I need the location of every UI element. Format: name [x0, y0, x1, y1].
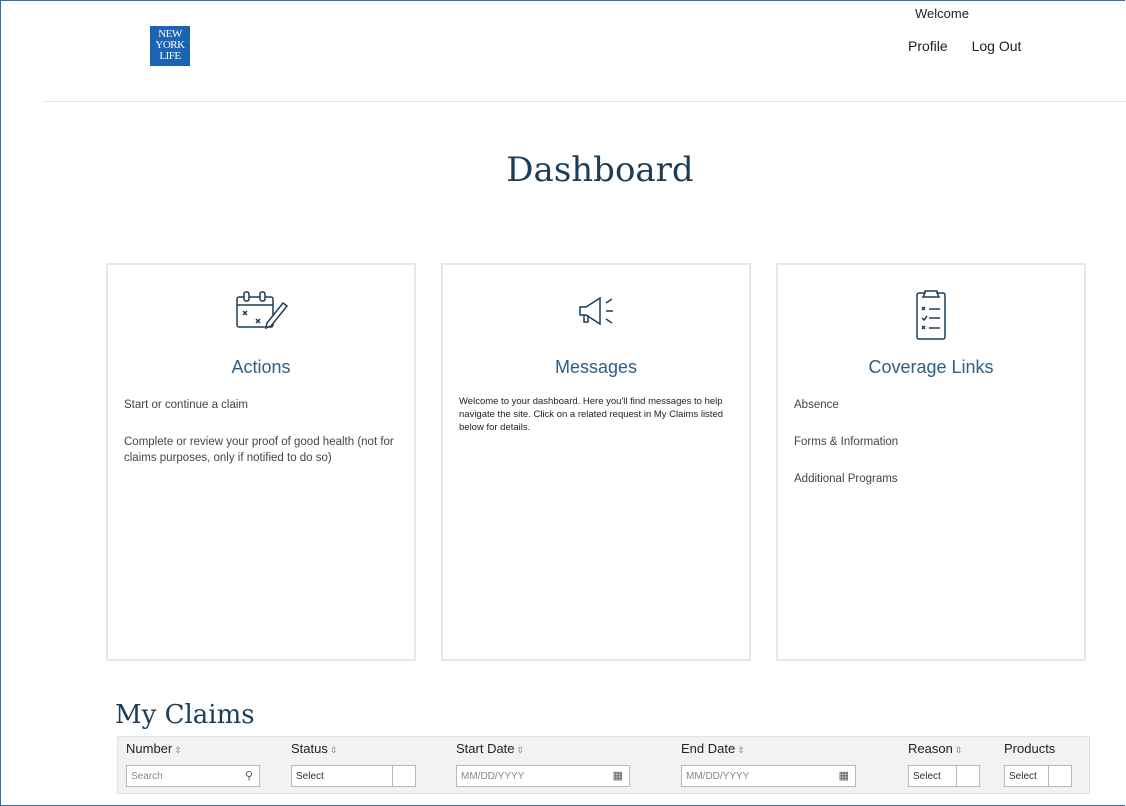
number-search-placeholder: Search	[131, 771, 163, 782]
column-products[interactable]: Products	[1004, 741, 1055, 756]
status-select-toggle[interactable]	[392, 766, 415, 786]
column-end-date-label: End Date	[681, 741, 736, 756]
products-select[interactable]: Select	[1004, 765, 1072, 787]
products-select-toggle[interactable]	[1048, 766, 1071, 786]
coverage-links-list: Absence Forms & Information Additional P…	[794, 397, 1072, 508]
top-nav: Profile Log Out	[908, 38, 1041, 54]
column-reason-label: Reason	[908, 741, 953, 756]
column-start-date[interactable]: Start Date ⇳	[456, 741, 524, 756]
reason-select[interactable]: Select	[908, 765, 980, 787]
column-status[interactable]: Status ⇳	[291, 741, 337, 756]
header-divider	[42, 101, 1126, 102]
end-date-placeholder: MM/DD/YYYY	[686, 771, 750, 782]
coverage-links-title: Coverage Links	[868, 357, 994, 377]
search-icon[interactable]: ⚲	[245, 769, 253, 782]
logo-line-3: LIFE	[159, 50, 181, 62]
messages-text: Welcome to your dashboard. Here you'll f…	[459, 396, 724, 433]
megaphone-icon	[443, 287, 749, 340]
profile-link[interactable]: Profile	[908, 38, 948, 54]
reason-select-value: Select	[913, 771, 941, 782]
logout-link[interactable]: Log Out	[972, 38, 1022, 54]
status-select-value: Select	[296, 771, 324, 782]
calendar-pencil-icon	[108, 287, 414, 340]
actions-card: Actions Start or continue a claim Comple…	[106, 263, 416, 661]
page-title: Dashboard	[506, 150, 694, 190]
number-search-input[interactable]: Search ⚲	[126, 765, 260, 787]
column-status-label: Status	[291, 741, 328, 756]
new-york-life-logo[interactable]: NEW YORK LIFE	[150, 26, 190, 66]
column-number-label: Number	[126, 741, 173, 756]
additional-programs-link[interactable]: Additional Programs	[794, 471, 1072, 487]
messages-card: Messages Welcome to your dashboard. Here…	[441, 263, 751, 661]
status-select[interactable]: Select	[291, 765, 416, 787]
start-date-input[interactable]: MM/DD/YYYY ▦	[456, 765, 630, 787]
actions-title: Actions	[231, 357, 291, 377]
sort-icon[interactable]: ⇳	[955, 745, 963, 755]
forms-information-link[interactable]: Forms & Information	[794, 434, 1072, 450]
actions-links: Start or continue a claim Complete or re…	[124, 397, 402, 487]
end-date-input[interactable]: MM/DD/YYYY ▦	[681, 765, 856, 787]
calendar-icon[interactable]: ▦	[613, 769, 623, 782]
calendar-icon[interactable]: ▦	[839, 769, 849, 782]
column-reason[interactable]: Reason ⇳	[908, 741, 962, 756]
proof-of-good-health-link[interactable]: Complete or review your proof of good he…	[124, 434, 402, 466]
column-products-label: Products	[1004, 741, 1056, 756]
start-claim-link[interactable]: Start or continue a claim	[124, 397, 402, 413]
welcome-text: Welcome	[915, 6, 969, 21]
clipboard-checklist-icon	[778, 287, 1084, 348]
sort-icon[interactable]: ⇳	[517, 745, 525, 755]
claims-table-header: Number ⇳ Search ⚲ Status ⇳ Select Start Da…	[117, 736, 1090, 794]
sort-icon[interactable]: ⇳	[174, 745, 182, 755]
reason-select-toggle[interactable]	[956, 766, 979, 786]
my-claims-title: My Claims	[115, 700, 255, 730]
column-start-date-label: Start Date	[456, 741, 515, 756]
products-select-value: Select	[1009, 771, 1037, 782]
sort-icon[interactable]: ⇳	[330, 745, 338, 755]
sort-icon[interactable]: ⇳	[737, 745, 745, 755]
column-end-date[interactable]: End Date ⇳	[681, 741, 745, 756]
messages-title: Messages	[554, 357, 638, 377]
column-number[interactable]: Number ⇳	[126, 741, 182, 756]
coverage-links-card: Coverage Links Absence Forms & Informati…	[776, 263, 1086, 661]
start-date-placeholder: MM/DD/YYYY	[461, 771, 525, 782]
absence-link[interactable]: Absence	[794, 397, 1072, 413]
